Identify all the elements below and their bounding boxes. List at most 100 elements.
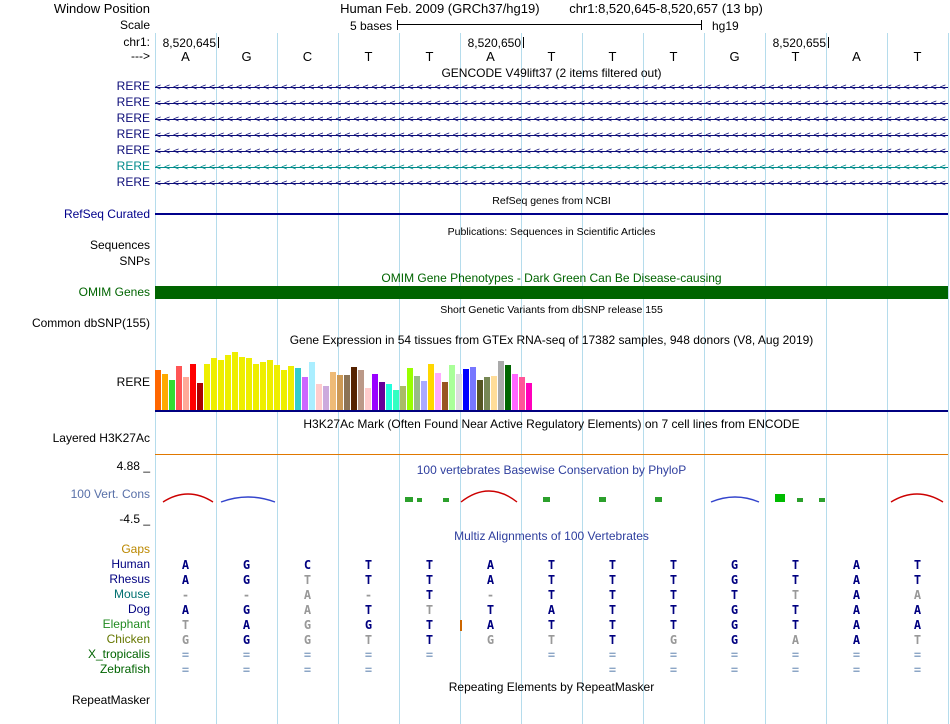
gtex-tissue-bar[interactable] [491,376,497,410]
gtex-tissue-bar[interactable] [365,388,371,410]
gtex-tissue-bar[interactable] [162,374,168,410]
coordinate-tick [523,37,524,48]
conservation-mark [405,497,413,502]
assembly-short-label: hg19 [712,19,739,33]
gtex-tissue-bar[interactable] [463,369,469,410]
multiz-row-mouse[interactable]: --A-T-TTTTTAA [155,588,948,603]
gencode-transcript-line[interactable]: <<<<<<<<<<<<<<<<<<<<<<<<<<<<<<<<<<<<<<<<… [155,128,948,144]
gtex-tissue-bar[interactable] [253,364,259,410]
gtex-tissue-bar[interactable] [260,362,266,410]
gtex-tissue-bar[interactable] [190,364,196,410]
gtex-tissue-bar[interactable] [218,360,224,410]
gencode-transcript-line[interactable]: <<<<<<<<<<<<<<<<<<<<<<<<<<<<<<<<<<<<<<<<… [155,176,948,192]
conservation-track[interactable] [155,478,948,518]
multiz-base-cell: A [913,618,922,632]
gtex-tissue-bar[interactable] [449,365,455,410]
gtex-tissue-bar[interactable] [274,365,280,410]
gtex-tissue-bar[interactable] [323,386,329,410]
gtex-tissue-bar[interactable] [225,355,231,410]
gencode-transcript-line[interactable]: <<<<<<<<<<<<<<<<<<<<<<<<<<<<<<<<<<<<<<<<… [155,160,948,176]
gtex-tissue-bar[interactable] [309,362,315,410]
gtex-tissue-bar[interactable] [288,366,294,410]
multiz-base-cell: G [730,558,739,572]
gtex-tissue-bar[interactable] [239,357,245,410]
gtex-tissue-bar[interactable] [512,374,518,410]
multiz-base-cell: T [913,573,922,587]
gtex-tissue-bar[interactable] [498,361,504,410]
gtex-tissue-bar[interactable] [337,375,343,410]
base-letter: T [364,49,373,64]
multiz-base-cell: T [547,573,556,587]
track-label-h3k27ac: Layered H3K27Ac [52,431,150,445]
gtex-tissue-bar[interactable] [372,374,378,410]
gtex-tissue-bar[interactable] [414,376,420,410]
gtex-tissue-bar[interactable] [519,377,525,410]
gtex-tissue-bar[interactable] [295,368,301,410]
base-letter: G [729,49,740,64]
gtex-tissue-bar[interactable] [351,367,357,410]
gtex-tissue-bar[interactable] [155,370,161,410]
gtex-tissue-bar[interactable] [379,382,385,410]
multiz-row-chicken[interactable]: GGGTTGTTGGAAT [155,633,948,648]
h3k27ac-signal-line[interactable] [155,454,948,455]
gtex-tissue-bar[interactable] [267,360,273,410]
gtex-tissue-bar[interactable] [435,373,441,410]
multiz-row-zebrafish[interactable]: = = = = = = = = = = [155,663,948,678]
gtex-tissue-bar[interactable] [477,380,483,410]
gtex-tissue-bar[interactable] [393,390,399,410]
gtex-tissue-bar[interactable] [316,384,322,410]
gtex-tissue-bar[interactable] [211,358,217,410]
multiz-base-cell: A [791,633,800,647]
multiz-base-cell: = [669,663,678,677]
gtex-tissue-bar[interactable] [400,386,406,410]
gencode-transcript-line[interactable]: <<<<<<<<<<<<<<<<<<<<<<<<<<<<<<<<<<<<<<<<… [155,144,948,160]
gtex-tissue-bar[interactable] [197,383,203,410]
gtex-tissue-bar[interactable] [183,377,189,410]
multiz-base-cell: T [608,558,617,572]
gencode-transcript-line[interactable]: <<<<<<<<<<<<<<<<<<<<<<<<<<<<<<<<<<<<<<<<… [155,96,948,112]
conservation-mark [599,497,606,502]
multiz-base-cell: = [791,648,800,662]
gtex-tissue-bar[interactable] [386,384,392,410]
gtex-tissue-bar[interactable] [232,352,238,410]
refseq-curated-line[interactable] [155,213,948,215]
gtex-tissue-bar[interactable] [169,380,175,410]
gtex-tissue-bar[interactable] [302,377,308,410]
gtex-tissue-bar[interactable] [358,370,364,410]
multiz-row-rhesus[interactable]: AGTTTATTTGTAT [155,573,948,588]
gencode-transcript-line[interactable]: <<<<<<<<<<<<<<<<<<<<<<<<<<<<<<<<<<<<<<<<… [155,80,948,96]
gtex-tissue-bar[interactable] [526,383,532,410]
gtex-tissue-bar[interactable] [470,367,476,410]
multiz-base-cell: A [852,618,861,632]
base-letter: T [913,49,922,64]
gtex-tissue-bar[interactable] [428,364,434,410]
gtex-tissue-bar[interactable] [421,381,427,410]
gtex-tissue-bar[interactable] [442,382,448,410]
multiz-base-cell: T [364,558,373,572]
multiz-row-elephant[interactable]: TAGGTATTTGTAA [155,618,948,633]
gtex-bar-chart[interactable] [155,352,948,410]
gtex-tissue-bar[interactable] [407,368,413,410]
gtex-gene-line[interactable] [155,410,948,412]
multiz-base-cell: = [913,648,922,662]
gtex-tissue-bar[interactable] [330,372,336,410]
coordinate-row: 8,520,645 8,520,650 8,520,655 [155,36,948,50]
gtex-tissue-bar[interactable] [281,370,287,410]
multiz-base-cell: T [608,603,617,617]
multiz-base-cell: A [181,603,190,617]
gtex-tissue-bar[interactable] [484,377,490,410]
multiz-row-gaps[interactable] [155,543,948,558]
gtex-tissue-bar[interactable] [456,374,462,410]
gtex-tissue-bar[interactable] [204,364,210,410]
gencode-transcript-line[interactable]: <<<<<<<<<<<<<<<<<<<<<<<<<<<<<<<<<<<<<<<<… [155,112,948,128]
multiz-row-dog[interactable]: AGATTTATTGTAA [155,603,948,618]
omim-gene-bar[interactable] [155,286,948,299]
gtex-tissue-bar[interactable] [344,375,350,410]
multiz-row-human[interactable]: AGCTTATTTGTAT [155,558,948,573]
multiz-base-cell: G [364,618,373,632]
multiz-row-x_tropicalis[interactable]: = = = = = = = = = = = = [155,648,948,663]
gtex-tissue-bar[interactable] [176,366,182,410]
multiz-base-cell: T [913,558,922,572]
gtex-tissue-bar[interactable] [505,365,511,410]
gtex-tissue-bar[interactable] [246,358,252,410]
